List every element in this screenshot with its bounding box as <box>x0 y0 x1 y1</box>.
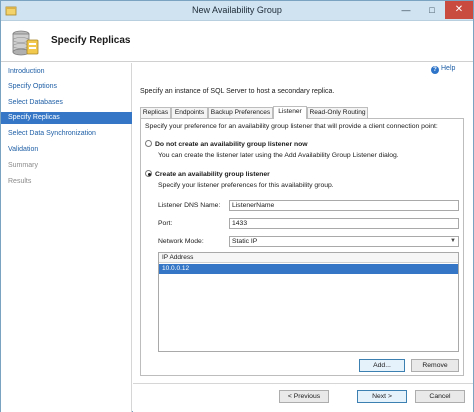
title-bar: New Availability Group — □ ✕ <box>1 1 473 21</box>
page-header: Specify Replicas <box>1 22 473 62</box>
new-availability-group-window: New Availability Group — □ ✕ Specify Rep… <box>0 0 474 412</box>
cancel-button[interactable]: Cancel <box>415 390 465 403</box>
maximize-button[interactable]: □ <box>419 1 445 19</box>
nav-item-specify-options[interactable]: Specify Options <box>1 81 132 93</box>
minimize-button[interactable]: — <box>393 1 419 19</box>
create-listener-hint: Specify your listener preferences for th… <box>158 182 334 189</box>
tab-backup-preferences[interactable]: Backup Preferences <box>208 107 273 118</box>
chevron-down-icon: ▼ <box>450 238 456 244</box>
wizard-footer: < Previous Next > Cancel <box>133 383 473 412</box>
ip-address-table[interactable]: IP Address 10.0.0.12 <box>158 252 459 352</box>
nav-item-introduction[interactable]: Introduction <box>1 66 132 78</box>
instruction-text: Specify an instance of SQL Server to hos… <box>140 88 335 95</box>
radio-button-off[interactable] <box>145 140 152 147</box>
nav-item-summary: Summary <box>8 162 38 169</box>
port-input[interactable] <box>229 218 459 229</box>
dns-name-label: Listener DNS Name: <box>158 202 221 209</box>
nav-item-specify-replicas[interactable]: Specify Replicas <box>1 112 132 124</box>
radio-create-listener[interactable]: Create an availability group listener <box>145 170 270 178</box>
remove-button[interactable]: Remove <box>411 359 459 372</box>
nav-item-results: Results <box>8 178 32 185</box>
radio-no-listener-label: Do not create an availability group list… <box>155 141 308 148</box>
nav-item-select-data-synchronization[interactable]: Select Data Synchronization <box>1 128 132 140</box>
close-button[interactable]: ✕ <box>445 1 473 19</box>
help-label: Help <box>441 65 456 72</box>
network-mode-select[interactable]: Static IP ▼ <box>229 236 459 247</box>
tab-read-only-routing[interactable]: Read-Only Routing <box>307 107 368 118</box>
radio-create-listener-label: Create an availability group listener <box>155 171 270 178</box>
radio-no-listener[interactable]: Do not create an availability group list… <box>145 140 308 148</box>
page-title: Specify Replicas <box>51 35 131 46</box>
tab-listener[interactable]: Listener <box>273 106 307 119</box>
tab-replicas[interactable]: Replicas <box>140 107 171 118</box>
radio-button-on[interactable] <box>145 170 152 177</box>
nav-item-validation[interactable]: Validation <box>1 144 132 156</box>
wizard-nav: Introduction Specify Options Select Data… <box>1 63 132 412</box>
help-icon: ? <box>431 66 439 74</box>
previous-button[interactable]: < Previous <box>279 390 329 403</box>
nav-item-select-databases[interactable]: Select Databases <box>1 97 132 109</box>
database-server-icon <box>12 30 39 56</box>
ip-address-column-header: IP Address <box>159 253 458 263</box>
table-row[interactable]: 10.0.0.12 <box>159 264 458 274</box>
no-listener-hint: You can create the listener later using … <box>158 152 399 159</box>
add-button[interactable]: Add... <box>359 359 405 372</box>
main-content: ? Help Specify an instance of SQL Server … <box>133 63 473 383</box>
port-label: Port: <box>158 220 173 227</box>
dns-name-input[interactable] <box>229 200 459 211</box>
next-button[interactable]: Next > <box>357 390 407 403</box>
tab-endpoints[interactable]: Endpoints <box>171 107 208 118</box>
listener-panel: Specify your preference for an availabil… <box>140 118 464 376</box>
listener-description: Specify your preference for an availabil… <box>145 123 438 130</box>
network-mode-label: Network Mode: <box>158 238 204 245</box>
network-mode-value: Static IP <box>232 238 258 245</box>
help-link[interactable]: ? Help <box>431 65 455 74</box>
